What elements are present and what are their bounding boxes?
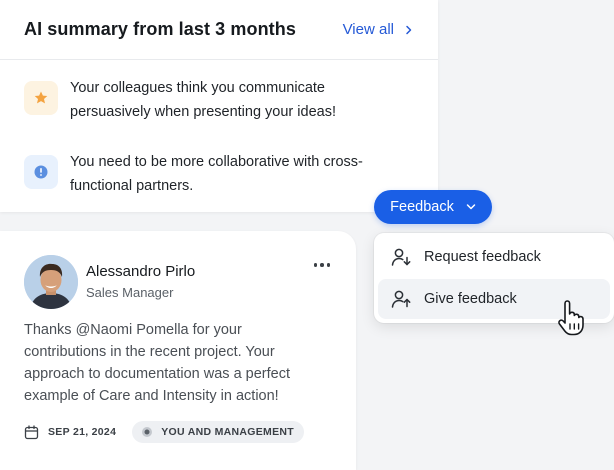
star-icon xyxy=(24,81,58,115)
view-all-link[interactable]: View all xyxy=(343,21,414,38)
visibility-text: YOU AND MANAGEMENT xyxy=(161,426,294,438)
ai-summary-header: AI summary from last 3 months View all xyxy=(0,0,438,60)
chevron-down-icon xyxy=(466,204,476,210)
insight-item: You need to be more collaborative with c… xyxy=(24,150,400,198)
author-name: Alessandro Pirlo xyxy=(86,263,196,280)
insight-item: Your colleagues think you communicate pe… xyxy=(24,76,400,124)
feedback-post-card: Alessandro Pirlo Sales Manager Thanks @N… xyxy=(0,231,356,470)
ai-summary-card: AI summary from last 3 months View all Y… xyxy=(0,0,438,212)
eye-icon xyxy=(142,427,153,437)
chevron-right-icon xyxy=(406,25,412,34)
menu-item-request-feedback[interactable]: Request feedback xyxy=(378,237,610,277)
visibility-badge: YOU AND MANAGEMENT xyxy=(132,421,304,443)
info-icon xyxy=(24,155,58,189)
post-footer: SEP 21, 2024 YOU AND MANAGEMENT xyxy=(24,421,304,443)
author-role: Sales Manager xyxy=(86,285,174,300)
more-options-icon[interactable] xyxy=(310,257,334,273)
post-body: Thanks @Naomi Pomella for your contribut… xyxy=(24,322,290,404)
hand-pointer-cursor-icon xyxy=(558,300,584,336)
feedback-button[interactable]: Feedback xyxy=(374,190,492,224)
person-down-arrow-icon xyxy=(391,248,411,266)
avatar xyxy=(24,255,78,309)
menu-item-label: Give feedback xyxy=(424,291,517,307)
insight-text: You need to be more collaborative with c… xyxy=(70,154,363,194)
person-up-arrow-icon xyxy=(391,290,411,308)
ai-summary-title: AI summary from last 3 months xyxy=(24,19,296,39)
calendar-icon xyxy=(24,424,39,439)
post-date: SEP 21, 2024 xyxy=(24,424,117,440)
view-all-label: View all xyxy=(342,21,394,38)
insight-text: Your colleagues think you communicate pe… xyxy=(70,80,336,120)
menu-item-label: Request feedback xyxy=(424,249,541,265)
date-text: SEP 21, 2024 xyxy=(48,426,117,438)
feedback-button-label: Feedback xyxy=(390,199,454,215)
